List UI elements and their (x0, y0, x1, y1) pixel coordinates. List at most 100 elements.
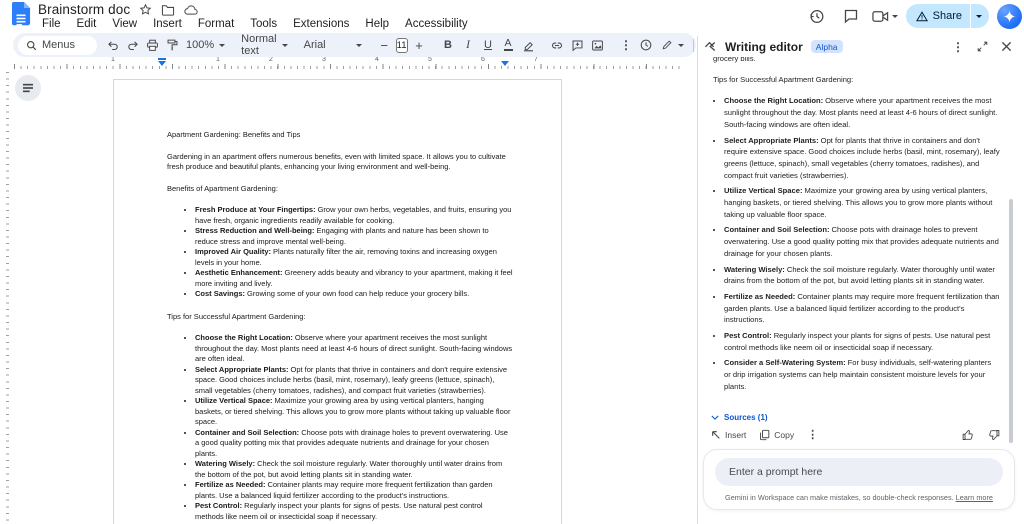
bullet-lead: Utilize Vertical Space: (724, 186, 803, 195)
doc-benefits-heading: Benefits of Apartment Gardening: (167, 184, 513, 195)
list-item: Watering Wisely:Check the soil moisture … (724, 264, 1000, 287)
gemini-button[interactable] (997, 4, 1022, 29)
copy-label: Copy (774, 430, 794, 440)
font-size-input[interactable]: 11 (396, 38, 408, 53)
star-icon[interactable] (139, 3, 152, 16)
insert-response-button[interactable]: Insert (711, 430, 746, 440)
first-line-indent-marker[interactable] (158, 58, 166, 60)
version-history-icon[interactable] (804, 3, 830, 29)
doc-tips-list: Choose the Right Location:Observe where … (167, 333, 513, 522)
list-item: Pest Control:Regularly inspect your plan… (195, 501, 513, 522)
panel-title: Writing editor (725, 40, 803, 54)
panel-tips-heading: Tips for Successful Apartment Gardening: (713, 74, 1000, 86)
share-button[interactable]: Share (906, 4, 989, 28)
search-menus-button[interactable]: Menus (18, 36, 97, 55)
panel-scrollbar[interactable] (1009, 199, 1013, 443)
ruler-number: 5 (428, 56, 432, 63)
comments-icon[interactable] (838, 3, 864, 29)
redo-button[interactable] (124, 36, 141, 55)
paint-format-button[interactable] (164, 36, 181, 55)
insert-image-button[interactable] (589, 36, 606, 55)
ruler-number: 3 (322, 56, 326, 63)
bullet-lead: Container and Soil Selection: (724, 225, 829, 234)
menu-bar: File Edit View Insert Format Tools Exten… (36, 17, 474, 31)
menu-tools[interactable]: Tools (244, 17, 283, 31)
response-more-options-icon[interactable]: ⋮ (807, 428, 818, 441)
menu-edit[interactable]: Edit (71, 17, 103, 31)
list-item: Consider a Self-Watering System:For busy… (724, 357, 1000, 392)
editing-mode-select[interactable] (659, 39, 686, 51)
generated-response-area[interactable]: grocery bills. Tips for Successful Apart… (698, 57, 1024, 412)
undo-button[interactable] (104, 36, 121, 55)
chevron-down-icon (892, 15, 898, 18)
text-color-button[interactable]: A (500, 36, 517, 55)
move-folder-icon[interactable] (161, 4, 175, 16)
menu-view[interactable]: View (106, 17, 143, 31)
document-history-icon[interactable] (638, 36, 655, 55)
zoom-select[interactable]: 100% (184, 39, 227, 51)
underline-button[interactable]: U (480, 36, 497, 55)
italic-button[interactable]: I (460, 36, 477, 55)
list-item: Select Appropriate Plants:Opt for plants… (195, 365, 513, 397)
thumbs-down-icon[interactable] (988, 429, 1000, 441)
panel-header: Writing editor Alpha ⋮ (698, 36, 1024, 57)
document-title[interactable]: Brainstorm doc (38, 2, 130, 17)
menu-help[interactable]: Help (359, 17, 395, 31)
share-button-label: Share (933, 10, 962, 22)
font-select[interactable]: Arial (302, 39, 364, 51)
more-toolbar-options-button[interactable]: ⋮ (618, 36, 635, 55)
prompt-input[interactable] (715, 458, 1003, 486)
menu-format[interactable]: Format (192, 17, 240, 31)
copy-response-button[interactable]: Copy (759, 429, 794, 441)
right-indent-marker[interactable] (501, 61, 509, 66)
sources-toggle[interactable]: Sources (1) (698, 412, 1024, 425)
insert-arrow-icon (711, 430, 721, 440)
menu-insert[interactable]: Insert (147, 17, 188, 31)
vertical-ruler (3, 72, 9, 524)
increase-font-size-button[interactable]: + (411, 36, 428, 55)
panel-tips-list: Choose the Right Location:Observe where … (713, 95, 1000, 392)
bullet-lead: Select Appropriate Plants: (195, 365, 289, 374)
expand-panel-icon[interactable] (977, 41, 988, 52)
thumbs-up-icon[interactable] (962, 429, 974, 441)
join-call-button[interactable] (872, 10, 898, 23)
menu-extensions[interactable]: Extensions (287, 17, 355, 31)
hide-menus-button[interactable] (701, 36, 718, 55)
document-page[interactable]: Apartment Gardening: Benefits and Tips G… (113, 79, 562, 524)
bullet-lead: Consider a Self-Watering System: (724, 358, 846, 367)
decrease-font-size-button[interactable]: − (376, 36, 393, 55)
header-actions: Share (804, 2, 1022, 30)
bullet-lead: Pest Control: (724, 331, 772, 340)
close-panel-icon[interactable] (1001, 41, 1012, 52)
show-outline-button[interactable] (15, 75, 41, 101)
left-indent-marker[interactable] (158, 61, 166, 66)
paragraph-style-value: Normal text (241, 33, 276, 57)
warning-triangle-icon (916, 11, 928, 22)
google-docs-logo-icon[interactable] (10, 2, 31, 29)
insert-link-button[interactable] (549, 36, 566, 55)
doc-intro: Gardening in an apartment offers numerou… (167, 152, 513, 173)
horizontal-ruler[interactable]: 1 1 2 3 4 5 6 7 (14, 58, 682, 69)
bold-button[interactable]: B (440, 36, 457, 55)
cloud-status-icon[interactable] (184, 4, 199, 16)
menu-file[interactable]: File (36, 17, 67, 31)
toolbar-divider (693, 39, 694, 52)
list-item: Stress Reduction and Well-being:Engaging… (195, 226, 513, 247)
list-item: Fertilize as Needed:Container plants may… (195, 480, 513, 501)
print-button[interactable] (144, 36, 161, 55)
alpha-badge: Alpha (811, 40, 843, 53)
panel-more-options-icon[interactable]: ⋮ (952, 40, 964, 54)
response-actions: Insert Copy ⋮ (698, 425, 1024, 446)
add-comment-button[interactable] (569, 36, 586, 55)
ruler-number: 4 (375, 56, 379, 63)
document-content[interactable]: Apartment Gardening: Benefits and Tips G… (167, 130, 513, 524)
share-dropdown-button[interactable] (971, 15, 989, 18)
learn-more-link[interactable]: Learn more (956, 493, 993, 502)
menu-accessibility[interactable]: Accessibility (399, 17, 474, 31)
bullet-lead: Container and Soil Selection: (195, 428, 299, 437)
bullet-lead: Pest Control: (195, 501, 242, 510)
highlight-color-button[interactable] (520, 36, 537, 55)
paragraph-style-select[interactable]: Normal text (239, 33, 289, 57)
doc-title-line: Apartment Gardening: Benefits and Tips (167, 130, 513, 141)
insert-label: Insert (725, 430, 746, 440)
